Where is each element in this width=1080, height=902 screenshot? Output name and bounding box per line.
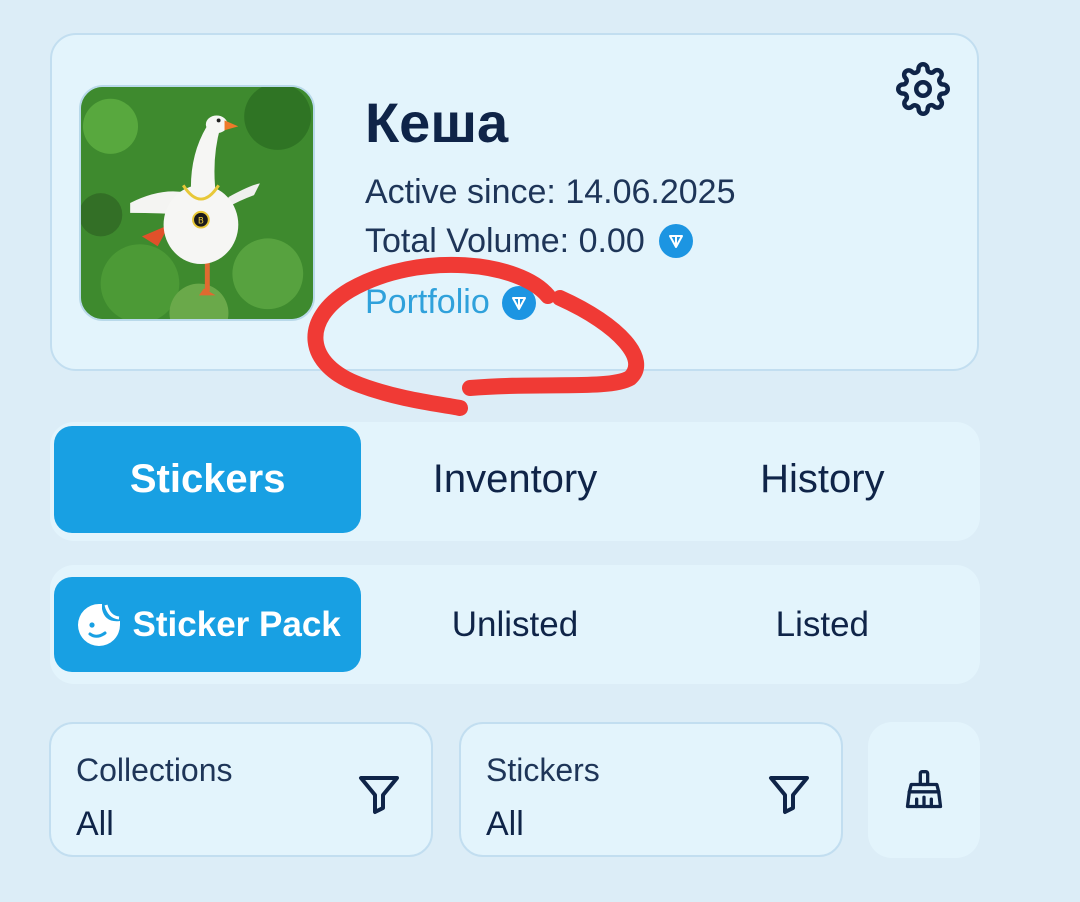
sub-tabs: Sticker Pack Unlisted Listed bbox=[50, 565, 980, 684]
tab-label: Stickers bbox=[129, 457, 286, 501]
filter-value: All bbox=[76, 805, 114, 843]
sticker-icon bbox=[75, 601, 123, 649]
portfolio-link[interactable]: Portfolio bbox=[365, 283, 536, 322]
tab-sticker-pack[interactable]: Sticker Pack bbox=[54, 577, 362, 672]
filter-value: All bbox=[486, 805, 524, 843]
tab-listed[interactable]: Listed bbox=[669, 577, 976, 672]
total-volume: Total Volume: 0.00 bbox=[365, 224, 693, 258]
gear-icon[interactable] bbox=[895, 61, 951, 117]
stickers-filter[interactable]: Stickers All bbox=[459, 722, 843, 857]
filter-label: Stickers bbox=[486, 752, 600, 788]
tab-label: Unlisted bbox=[451, 604, 579, 644]
profile-name: Кеша bbox=[365, 91, 509, 154]
svg-text:B: B bbox=[198, 217, 204, 227]
funnel-icon bbox=[359, 776, 399, 814]
total-volume-label: Total Volume: bbox=[365, 222, 570, 260]
ton-icon bbox=[658, 224, 693, 258]
profile-card: B Кеша Active since: 14.06.2025 Total Vo… bbox=[50, 33, 979, 371]
portfolio-label: Portfolio bbox=[365, 283, 490, 321]
tab-inventory[interactable]: Inventory bbox=[361, 426, 668, 533]
tab-label: Inventory bbox=[432, 457, 598, 501]
collections-filter[interactable]: Collections All bbox=[49, 722, 433, 857]
main-tabs: Stickers Inventory History bbox=[50, 422, 980, 541]
active-since-label: Active since: bbox=[365, 173, 556, 211]
filter-label: Collections bbox=[76, 752, 233, 788]
clear-filters-button[interactable] bbox=[868, 722, 980, 858]
total-volume-value: 0.00 bbox=[578, 222, 645, 260]
broom-icon bbox=[905, 770, 943, 809]
funnel-icon bbox=[769, 776, 809, 814]
tab-label: Sticker Pack bbox=[132, 604, 341, 644]
profile-page: B Кеша Active since: 14.06.2025 Total Vo… bbox=[0, 0, 1080, 902]
tab-label: History bbox=[760, 457, 885, 501]
active-since-value: 14.06.2025 bbox=[565, 173, 736, 211]
active-since: Active since: 14.06.2025 bbox=[365, 175, 735, 209]
tab-label: Listed bbox=[775, 604, 870, 644]
tab-history[interactable]: History bbox=[669, 426, 976, 533]
tab-unlisted[interactable]: Unlisted bbox=[361, 577, 668, 672]
tab-stickers[interactable]: Stickers bbox=[54, 426, 362, 533]
avatar: B bbox=[79, 85, 315, 321]
ton-icon bbox=[501, 285, 536, 320]
